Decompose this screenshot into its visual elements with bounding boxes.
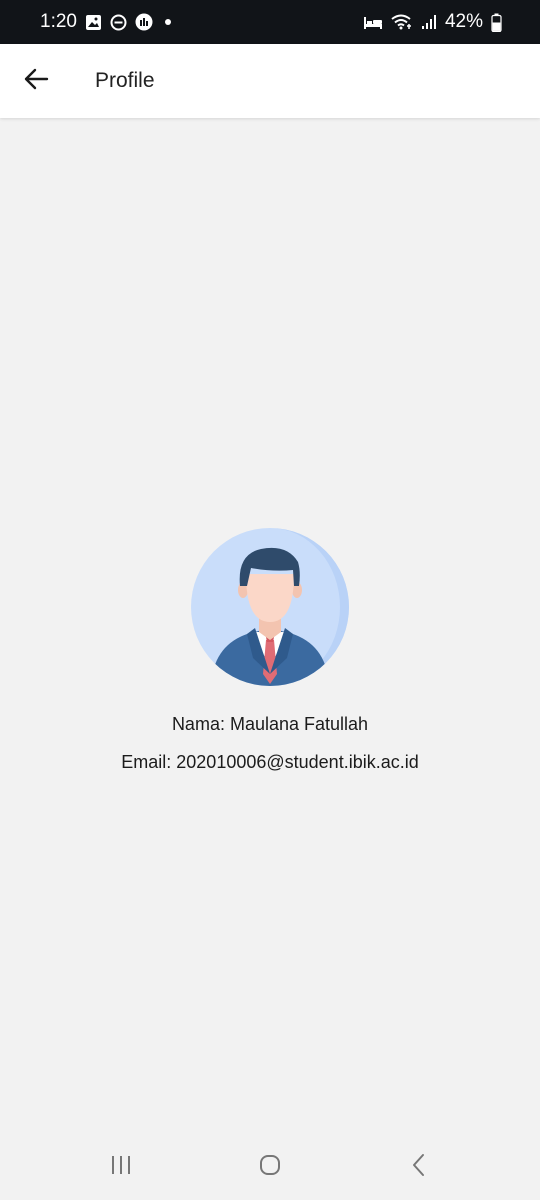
- home-button[interactable]: [240, 1142, 300, 1192]
- battery-percent: 42%: [444, 11, 483, 32]
- back-button[interactable]: [0, 44, 72, 118]
- wifi-icon: [391, 14, 413, 30]
- profile-name: Nama: Maulana Fatullah: [171, 714, 369, 734]
- profile-section: Nama: Maulana Fatullah Email: 202010006@…: [0, 528, 540, 773]
- arrow-left-icon: [23, 68, 49, 95]
- system-back-button[interactable]: [389, 1142, 449, 1192]
- dnd-icon: [110, 14, 127, 31]
- voice-icon: [135, 13, 153, 31]
- app-bar: Profile: [0, 44, 540, 118]
- status-left: 1:20: [40, 11, 171, 33]
- battery-icon: [491, 13, 502, 32]
- notification-dot: [164, 19, 171, 25]
- back-icon: [411, 1153, 427, 1182]
- status-time: 1:20: [40, 11, 77, 32]
- home-icon: [258, 1153, 282, 1182]
- system-nav-bar: [0, 1134, 540, 1200]
- recent-apps-button[interactable]: [91, 1142, 151, 1192]
- status-right: 42%: [363, 11, 502, 33]
- page-title: Profile: [95, 69, 155, 92]
- sleep-mode-icon: [363, 14, 383, 30]
- signal-icon: [421, 14, 437, 30]
- businessman-avatar-icon: [191, 528, 349, 686]
- profile-email: Email: 202010006@student.ibik.ac.id: [121, 752, 419, 772]
- recent-apps-icon: [109, 1154, 133, 1181]
- gallery-icon: [85, 14, 102, 31]
- status-bar: 1:20 42%: [0, 0, 540, 44]
